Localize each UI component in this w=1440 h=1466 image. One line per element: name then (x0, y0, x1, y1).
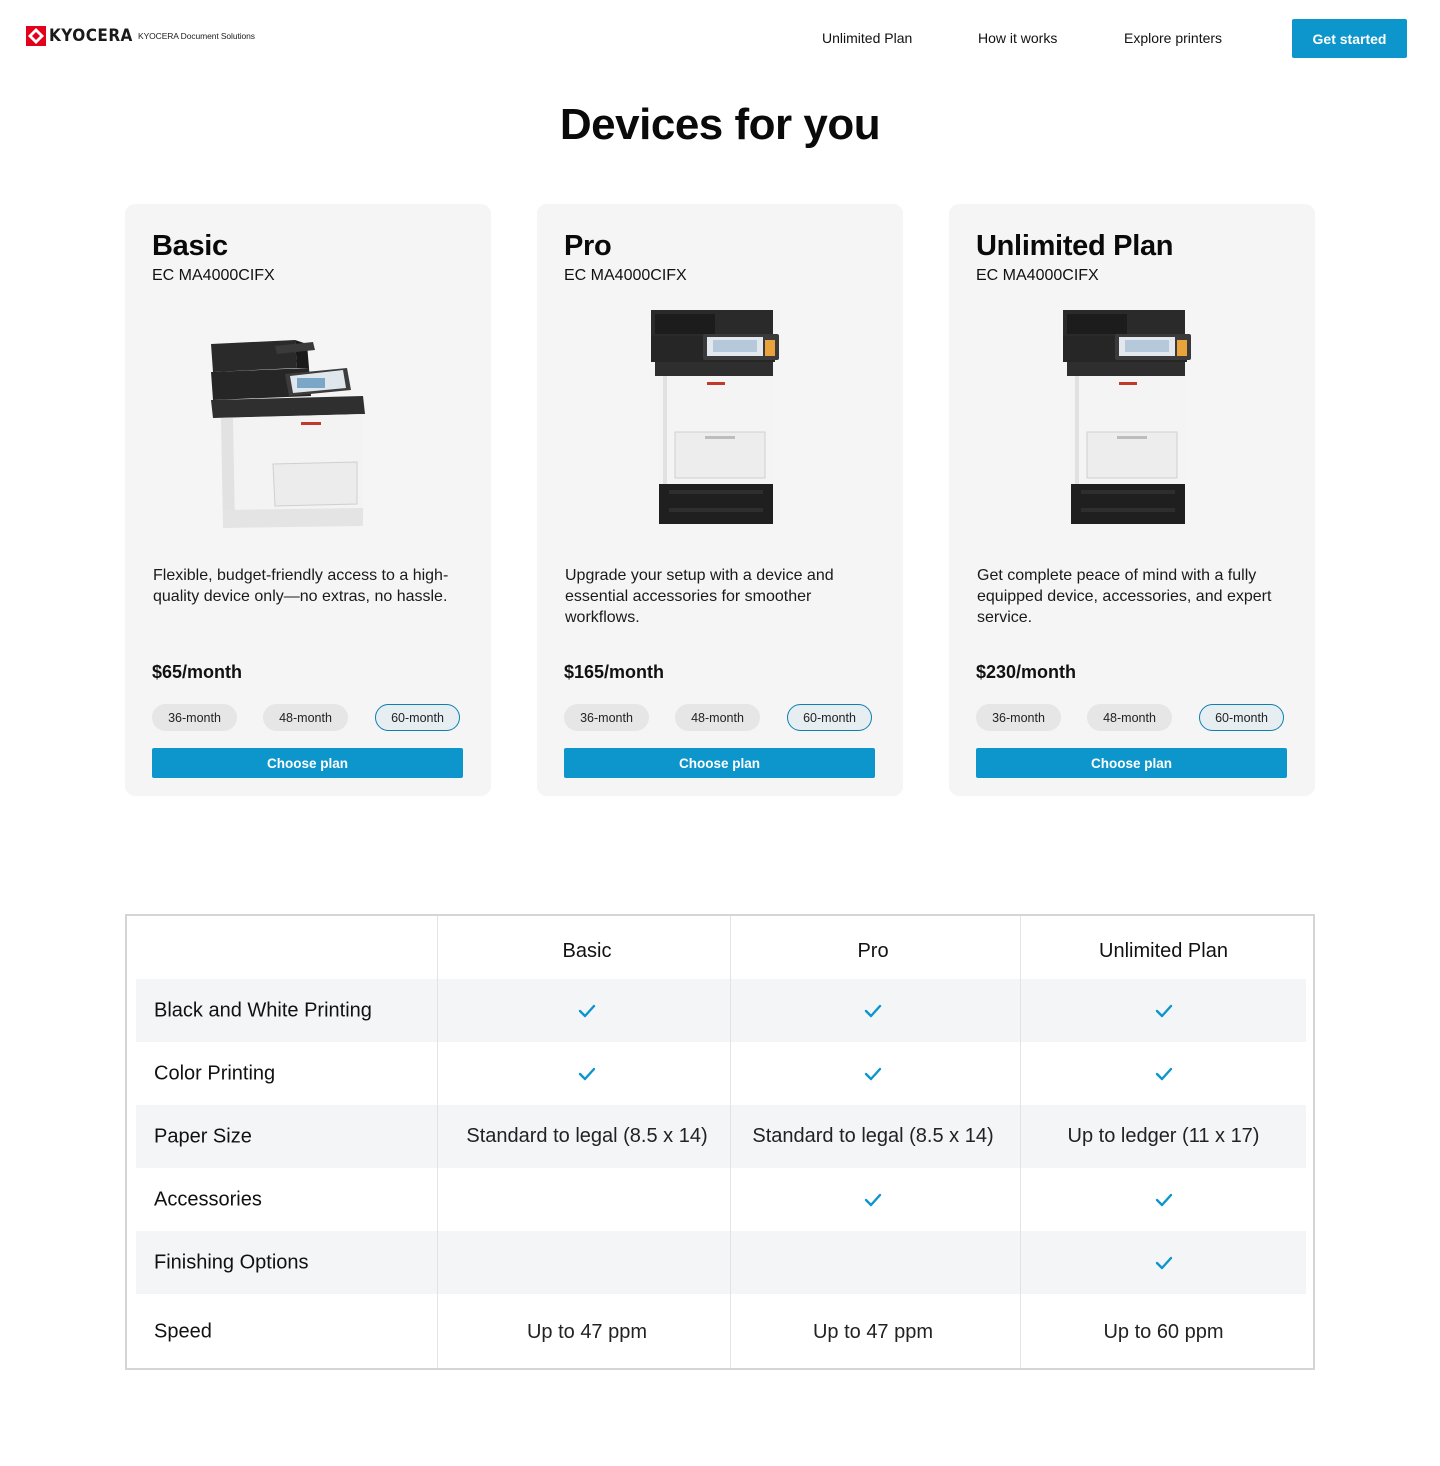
row-label: Speed (154, 1320, 212, 1343)
plan-description: Get complete peace of mind with a fully … (977, 567, 1272, 626)
row-label: Color Printing (154, 1062, 276, 1084)
term-48-month[interactable]: 48-month (675, 704, 760, 731)
printer-image (949, 304, 1315, 534)
term-selector: 36-month 48-month 60-month (976, 704, 1286, 731)
table-cell: Up to 47 ppm (526, 1320, 648, 1343)
nav-unlimited-plan[interactable]: Unlimited Plan (822, 30, 912, 46)
row-label: Black and White Printing (154, 999, 372, 1021)
column-divider (730, 916, 731, 1368)
printer-image (537, 304, 903, 534)
plan-price: $165/month (564, 662, 665, 682)
plan-model: EC MA4000CIFX (152, 267, 275, 284)
column-divider (1020, 916, 1021, 1368)
nav-how-it-works[interactable]: How it works (978, 30, 1057, 46)
table-row: Finishing Options (136, 1231, 1306, 1294)
page-title: Devices for you (559, 100, 881, 149)
check-icon (1021, 1231, 1306, 1294)
check-icon (438, 979, 736, 1042)
site-header: KYOCERA KYOCERA Document Solutions Unlim… (0, 0, 1440, 78)
table-row: Accessories (136, 1168, 1306, 1231)
table-header-row: Basic Pro Unlimited Plan (136, 916, 1306, 979)
column-header-pro: Pro (857, 940, 889, 962)
check-icon (731, 1168, 1015, 1231)
brand-subtitle: KYOCERA Document Solutions (138, 31, 255, 41)
table-cell: Standard to legal (8.5 x 14) (752, 1125, 994, 1147)
kyocera-logo-mark-icon (26, 26, 46, 46)
table-cell: Up to 47 ppm (812, 1320, 934, 1343)
choose-plan-button[interactable]: Choose plan (152, 748, 463, 778)
check-icon (1021, 1168, 1306, 1231)
term-60-month-selected[interactable]: 60-month (1199, 704, 1284, 731)
term-selector: 36-month 48-month 60-month (564, 704, 874, 731)
plan-name: Unlimited Plan (976, 230, 1174, 262)
table-cell: Standard to legal (8.5 x 14) (466, 1125, 708, 1147)
get-started-button[interactable]: Get started (1292, 19, 1407, 58)
check-icon (438, 1042, 736, 1105)
table-row: Paper Size Standard to legal (8.5 x 14) … (136, 1105, 1306, 1168)
table-cell: Up to 60 ppm (1103, 1320, 1224, 1343)
plan-card-unlimited: Unlimited Plan EC MA4000CIFX Get complet… (949, 204, 1315, 796)
printer-image (125, 304, 491, 534)
column-header-unlimited: Unlimited Plan (1099, 940, 1228, 962)
row-label: Accessories (154, 1188, 262, 1210)
term-48-month[interactable]: 48-month (1087, 704, 1172, 731)
term-60-month-selected[interactable]: 60-month (375, 704, 460, 731)
column-header-basic: Basic (562, 940, 612, 962)
plan-description: Flexible, budget-friendly access to a hi… (153, 567, 449, 605)
term-60-month-selected[interactable]: 60-month (787, 704, 872, 731)
row-label: Finishing Options (154, 1251, 309, 1273)
check-icon (1021, 1042, 1306, 1105)
choose-plan-button[interactable]: Choose plan (564, 748, 875, 778)
term-36-month[interactable]: 36-month (152, 704, 237, 731)
choose-plan-button[interactable]: Choose plan (976, 748, 1287, 778)
kyocera-logo[interactable]: KYOCERA (26, 26, 142, 46)
plan-description: Upgrade your setup with a device and ess… (565, 567, 834, 626)
plan-name: Basic (152, 230, 228, 262)
table-cell: Up to ledger (11 x 17) (1067, 1125, 1260, 1147)
term-selector: 36-month 48-month 60-month (152, 704, 462, 731)
brand-wordmark: KYOCERA (49, 26, 133, 46)
table-row: Black and White Printing (136, 979, 1306, 1042)
check-icon (1021, 979, 1306, 1042)
plan-card-basic: Basic EC MA4000CIFX Flexible, budget-fri… (125, 204, 491, 796)
check-icon (731, 979, 1015, 1042)
plan-price: $230/month (976, 662, 1077, 682)
plan-model: EC MA4000CIFX (976, 267, 1099, 284)
comparison-table: Basic Pro Unlimited Plan Black and White… (125, 914, 1315, 1370)
row-label: Paper Size (154, 1125, 252, 1147)
plan-card-pro: Pro EC MA4000CIFX Upgrade your setup wit… (537, 204, 903, 796)
term-36-month[interactable]: 36-month (976, 704, 1061, 731)
column-divider (437, 916, 438, 1368)
term-48-month[interactable]: 48-month (263, 704, 348, 731)
plan-name: Pro (564, 230, 612, 262)
term-36-month[interactable]: 36-month (564, 704, 649, 731)
nav-explore-printers[interactable]: Explore printers (1124, 30, 1222, 46)
plan-price: $65/month (152, 662, 243, 682)
check-icon (731, 1042, 1015, 1105)
table-row: Color Printing (136, 1042, 1306, 1105)
table-row: Speed Up to 47 ppm Up to 47 ppm Up to 60… (136, 1296, 1306, 1368)
plan-model: EC MA4000CIFX (564, 267, 687, 284)
